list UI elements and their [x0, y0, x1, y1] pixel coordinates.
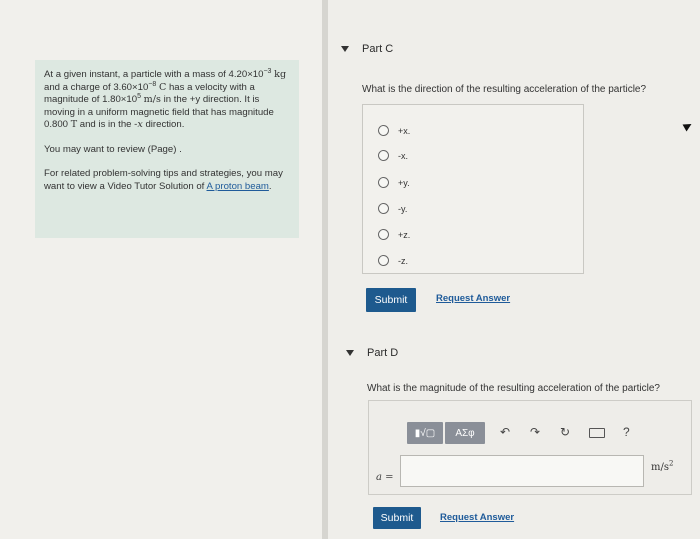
radio-icon[interactable] — [378, 255, 389, 266]
part-d-title: Part D — [367, 347, 399, 359]
part-c-header[interactable]: Part C — [341, 43, 393, 55]
option-label: -z. — [398, 255, 408, 266]
direction-word: direction. — [145, 119, 185, 130]
options-box: +x. -x. +y. -y. +z. -z. — [362, 104, 584, 274]
variable-label: a = — [376, 472, 394, 483]
option-label: +x. — [398, 125, 411, 136]
option-plus-y[interactable]: +y. — [378, 177, 410, 188]
reset-icon[interactable]: ↻ — [560, 425, 570, 439]
option-minus-y[interactable]: -y. — [378, 203, 407, 214]
velocity-exp: 5 — [137, 92, 141, 100]
part-c-question: What is the direction of the resulting a… — [362, 84, 647, 95]
part-d-request-answer-link[interactable]: Request Answer — [440, 512, 514, 523]
answer-input[interactable] — [400, 455, 644, 487]
radio-icon[interactable] — [378, 150, 389, 161]
problem-line: At a given instant, a particle with a ma… — [44, 69, 226, 80]
review-text: You may want to review (Page) . — [44, 143, 182, 155]
field-axis: x — [137, 119, 143, 130]
triangle-down-icon — [341, 46, 349, 52]
symbols-button[interactable]: ΑΣφ — [445, 422, 485, 444]
tips-text: For related problem-solving tips and str… — [44, 168, 290, 193]
problem-text: At a given instant, a particle with a ma… — [44, 67, 290, 132]
radio-icon[interactable] — [378, 125, 389, 136]
option-plus-x[interactable]: +x. — [378, 125, 410, 136]
radio-icon[interactable] — [378, 203, 389, 214]
part-d-header[interactable]: Part D — [346, 347, 398, 359]
mass-value: 4.20×10 — [228, 69, 264, 80]
charge-unit: C — [158, 81, 167, 93]
option-label: -x. — [398, 150, 408, 161]
templates-button[interactable]: ▮√▢ — [407, 422, 443, 444]
option-minus-x[interactable]: -x. — [378, 150, 408, 161]
unit-label: m/s2 — [651, 459, 674, 473]
velocity-unit: m/s — [143, 94, 161, 105]
charge-tail: has a — [168, 81, 193, 93]
part-c-request-answer-link[interactable]: Request Answer — [436, 293, 510, 304]
part-c-submit-button[interactable]: Submit — [366, 288, 416, 312]
option-minus-z[interactable]: -z. — [378, 255, 408, 266]
math-toolbar: ▮√▢ ΑΣφ — [407, 422, 485, 444]
radio-icon[interactable] — [378, 177, 389, 188]
undo-icon[interactable]: ↶ — [500, 425, 510, 439]
unit-base: m/s — [651, 462, 669, 473]
option-label: +y. — [398, 177, 410, 188]
proton-beam-link[interactable]: A proton beam — [207, 181, 269, 192]
redo-icon[interactable]: ↷ — [530, 425, 540, 439]
keyboard-icon[interactable] — [589, 428, 605, 438]
problem-statement: At a given instant, a particle with a ma… — [35, 60, 299, 238]
help-button[interactable]: ? — [623, 425, 630, 439]
velocity-tail: in the — [163, 94, 188, 105]
charge-text: and a charge of 3.60×10 — [44, 81, 149, 93]
field-unit: T — [70, 119, 78, 130]
mass-exp: −3 — [263, 67, 272, 75]
option-label: -y. — [398, 203, 408, 214]
triangle-down-icon — [346, 350, 354, 356]
mass-unit: kg — [274, 69, 287, 80]
field-tail: and is in the - — [79, 119, 138, 130]
option-label: +z. — [398, 229, 411, 240]
part-c-title: Part C — [362, 43, 394, 55]
charge-exp: −8 — [148, 80, 157, 88]
part-d-question: What is the magnitude of the resulting a… — [367, 383, 660, 394]
option-plus-z[interactable]: +z. — [378, 229, 410, 240]
radio-icon[interactable] — [378, 229, 389, 240]
part-d-submit-button[interactable]: Submit — [373, 507, 421, 529]
unit-exp: 2 — [668, 459, 674, 468]
tips-end: . — [268, 180, 272, 192]
